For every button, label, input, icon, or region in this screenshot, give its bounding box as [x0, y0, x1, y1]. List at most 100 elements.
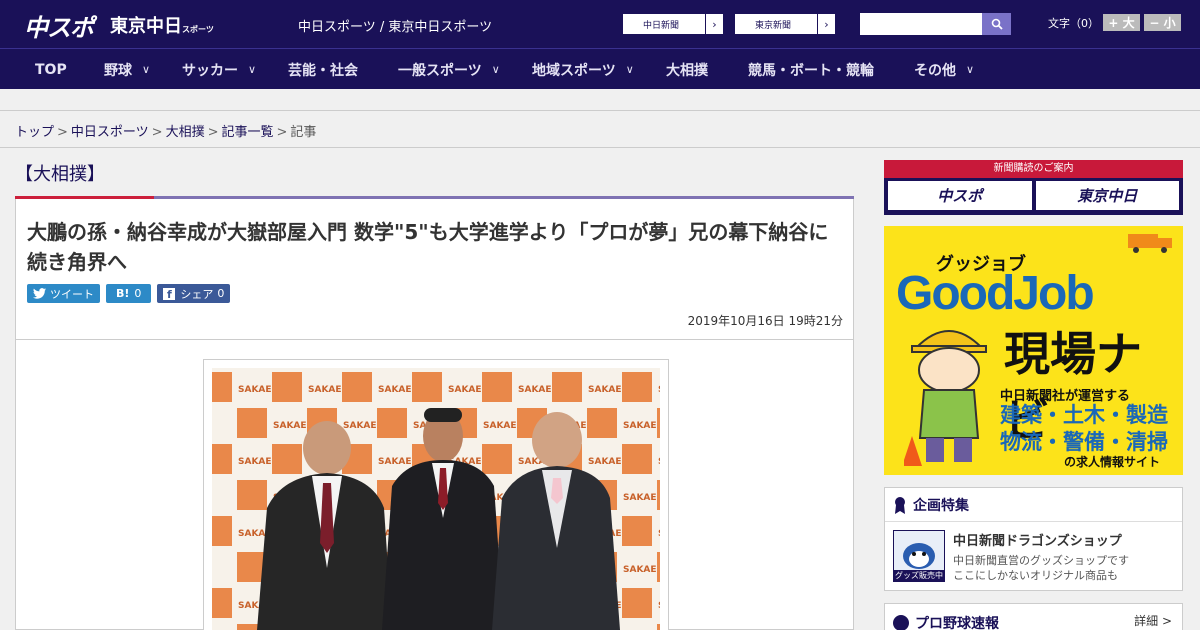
chuspo-logo[interactable]: 中スポ — [24, 8, 94, 43]
chevron-right-icon: › — [817, 14, 835, 34]
nav-item-local-sports[interactable]: 地域スポーツ ∨ — [532, 49, 634, 90]
backdrop-emblem — [342, 372, 372, 402]
backdrop-text: SAKAE — [378, 385, 412, 395]
feature-text: 中日新聞ドラゴンズショップ 中日新聞直営のグッズショップです ここにしかないオリ… — [953, 530, 1129, 583]
backdrop-text: SAKAE — [623, 565, 657, 575]
backdrop-emblem — [212, 372, 232, 402]
nav-label: 地域スポーツ — [532, 62, 616, 79]
site-name: 中日スポーツ / 東京中日スポーツ — [298, 20, 493, 35]
nav-item-sumo[interactable]: 大相撲 — [666, 49, 708, 90]
backdrop-emblem — [622, 516, 652, 546]
hatena-bookmark-button[interactable]: B! 0 — [106, 284, 152, 303]
backdrop-emblem — [657, 480, 660, 510]
subscribe-tokyo-chunichi-link[interactable]: 東京中日 — [1035, 181, 1179, 210]
search-input[interactable] — [860, 13, 982, 35]
chevron-down-icon: ∨ — [966, 63, 975, 76]
backdrop-text: SAKAE — [238, 385, 272, 395]
tokyo-chunichi-logo[interactable]: 東京中日スポーツ — [110, 12, 214, 38]
backdrop-text: SAKAE — [518, 385, 552, 395]
breadcrumb-chuspo[interactable]: 中日スポーツ — [71, 125, 149, 140]
feature-item[interactable]: グッズ販売中 中日新聞ドラゴンズショップ 中日新聞直営のグッズショップです ここ… — [885, 522, 1182, 591]
font-size-label: 文字（0） — [1048, 16, 1099, 30]
feature-description: 中日新聞直営のグッズショップです ここにしかないオリジナル商品も — [953, 553, 1129, 583]
chevron-down-icon: ∨ — [142, 63, 151, 76]
worker-mascot-icon — [904, 330, 987, 466]
backdrop-emblem — [657, 552, 660, 582]
nav-item-other[interactable]: その他 ∨ — [914, 49, 974, 90]
subscribe-chuspo-link[interactable]: 中スポ — [888, 181, 1032, 210]
baseball-heading: プロ野球速報 — [915, 616, 999, 630]
baseball-scores-box: プロ野球速報 詳細 > — [884, 603, 1183, 630]
facebook-icon: f — [163, 287, 176, 301]
paper-select-chunichi[interactable]: 中日新聞 › — [622, 13, 724, 35]
dragons-shop-thumbnail: グッズ販売中 — [893, 530, 945, 582]
nav-item-general-sports[interactable]: 一般スポーツ ∨ — [398, 49, 500, 90]
subscription-links: 中スポ 東京中日 — [884, 178, 1183, 213]
nav-label: TOP — [35, 61, 67, 78]
backdrop-emblem — [272, 372, 302, 402]
backdrop-emblem — [237, 480, 267, 510]
chevron-down-icon: ∨ — [491, 63, 500, 76]
backdrop-emblem — [482, 372, 512, 402]
backdrop-text: SAKAE — [448, 385, 482, 395]
breadcrumb-separator: > — [276, 125, 288, 140]
feature-box: 企画特集 グッズ販売中 中日新聞ドラゴンズショップ 中日新聞直営のグッズショップ… — [884, 487, 1183, 591]
nav-item-racing[interactable]: 競馬・ボート・競輪 — [748, 49, 874, 90]
facebook-share-button[interactable]: f シェア 0 — [157, 284, 231, 303]
subscription-header: 新聞購読のご案内 — [884, 160, 1183, 178]
backdrop-text: SAKAE — [623, 493, 657, 503]
search-button[interactable] — [982, 13, 1011, 35]
backdrop-text: SAKAE — [273, 421, 307, 431]
font-smaller-button[interactable]: − 小 — [1144, 14, 1181, 31]
nav-item-soccer[interactable]: サッカー ∨ — [182, 49, 256, 90]
breadcrumb-separator: > — [151, 125, 163, 140]
paper-select-label: 中日新聞 — [643, 20, 680, 31]
main-nav: TOP 野球 ∨ サッカー ∨ 芸能・社会 一般スポーツ ∨ 地域スポーツ ∨ 大相撲 … — [0, 48, 1200, 89]
ad-fields: 建築・土木・製造 物流・警備・清掃 — [1000, 402, 1168, 456]
feature-description-line: ここにしかないオリジナル商品も — [953, 569, 1118, 582]
nav-item-top[interactable]: TOP — [35, 49, 67, 90]
backdrop-emblem — [212, 516, 232, 546]
article-photo[interactable]: SAKAE SAKAE SAKAE SAKAE SAKAE SAKAE SAKAE SAKAE… — [203, 359, 669, 630]
backdrop-emblem — [412, 372, 442, 402]
feature-description-line: 中日新聞直営のグッズショップです — [953, 554, 1129, 567]
backdrop-text: SAKAE — [658, 385, 660, 395]
paper-select-tokyo[interactable]: 東京新聞 › — [734, 13, 836, 35]
tokyo-chunichi-logo-text: 東京中日 — [110, 16, 182, 37]
baseball-more-link[interactable]: 詳細 > — [1134, 612, 1172, 629]
nav-label: その他 — [914, 62, 956, 79]
article-date: 2019年10月16日 19時21分 — [687, 314, 843, 328]
twitter-icon — [33, 288, 46, 299]
backdrop-text: SAKAE — [483, 421, 517, 431]
font-larger-button[interactable]: + 大 — [1103, 14, 1140, 31]
goodjob-ad-banner[interactable]: グッジョブ GoodJob 現場ナビ 中日新聞社が運営する 建築・土木・製造 物… — [884, 226, 1183, 475]
paper-select-label: 東京新聞 — [755, 20, 792, 31]
nav-label: 一般スポーツ — [398, 62, 482, 79]
backdrop-text: SAKAE — [623, 421, 657, 431]
chevron-right-icon: › — [705, 14, 723, 34]
backdrop-emblem — [377, 408, 407, 438]
backdrop-emblem — [657, 408, 660, 438]
backdrop-text: SAKAE — [658, 529, 660, 539]
backdrop-emblem — [212, 588, 232, 618]
breadcrumb-article-list[interactable]: 記事一覧 — [222, 125, 274, 140]
search-icon — [991, 18, 1003, 30]
photo-illustration: SAKAE SAKAE SAKAE SAKAE SAKAE SAKAE SAKAE SAKAE… — [212, 368, 660, 630]
breadcrumb-top[interactable]: トップ — [15, 125, 54, 140]
thumbnail-label: グッズ販売中 — [894, 570, 944, 581]
ad-tagline: の求人情報サイト — [1064, 455, 1161, 469]
baseball-icon — [893, 615, 909, 630]
backdrop-text: SAKAE — [588, 457, 622, 467]
article-header: 大鵬の孫・納谷幸成が大嶽部屋入門 数学"5"も大学進学より「プロが夢」兄の幕下納… — [15, 199, 854, 340]
nav-item-baseball[interactable]: 野球 ∨ — [104, 49, 150, 90]
font-size-control: 文字（0） + 大 − 小 — [1048, 14, 1181, 31]
tokyo-chunichi-logo-small: スポーツ — [182, 25, 214, 34]
backdrop-emblem — [237, 408, 267, 438]
tweet-button[interactable]: ツイート — [27, 284, 100, 303]
breadcrumb-sumo[interactable]: 大相撲 — [166, 125, 205, 140]
ad-fields-line: 建築・土木・製造 — [1000, 403, 1168, 427]
feature-heading-text: 企画特集 — [913, 497, 969, 514]
photo-scene: SAKAE SAKAE SAKAE SAKAE SAKAE SAKAE SAKAE SAKAE… — [212, 368, 660, 630]
backdrop-emblem — [622, 588, 652, 618]
nav-item-entertainment[interactable]: 芸能・社会 — [288, 49, 358, 90]
